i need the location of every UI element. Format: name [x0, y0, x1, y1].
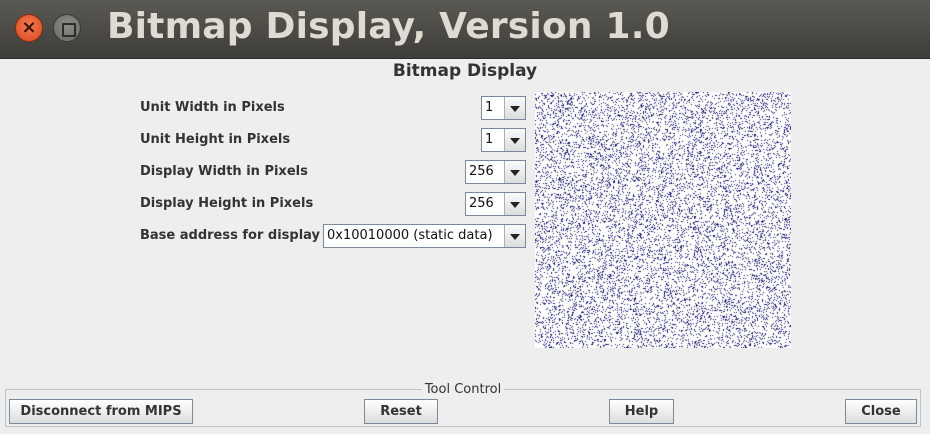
unit-height-label: Unit Height in Pixels	[140, 132, 291, 147]
chevron-down-icon[interactable]	[504, 225, 525, 247]
close-icon: ×	[21, 17, 37, 38]
display-height-select[interactable]: 256	[465, 192, 526, 216]
base-address-select[interactable]: 0x10010000 (static data)	[323, 224, 526, 248]
display-height-label: Display Height in Pixels	[140, 196, 314, 211]
chevron-down-icon[interactable]	[504, 193, 525, 215]
unit-width-value: 1	[485, 100, 494, 115]
bitmap-display-window: × Bitmap Display, Version 1.0 Bitmap Dis…	[0, 0, 930, 434]
unit-width-select[interactable]: 1	[481, 96, 526, 120]
unit-width-label: Unit Width in Pixels	[140, 100, 285, 115]
maximize-icon	[62, 23, 76, 37]
bitmap-canvas	[535, 92, 791, 348]
window-title: Bitmap Display, Version 1.0	[107, 6, 670, 47]
unit-height-value: 1	[485, 132, 494, 147]
unit-height-select[interactable]: 1	[481, 128, 526, 152]
display-width-value: 256	[469, 164, 494, 179]
disconnect-button[interactable]: Disconnect from MIPS	[9, 399, 193, 424]
chevron-down-icon[interactable]	[504, 129, 525, 151]
base-address-label: Base address for display	[140, 228, 321, 243]
chevron-down-icon[interactable]	[504, 161, 525, 183]
display-height-value: 256	[469, 196, 494, 211]
title-bar[interactable]: × Bitmap Display, Version 1.0	[0, 0, 930, 59]
base-address-value: 0x10010000 (static data)	[327, 228, 493, 243]
display-width-select[interactable]: 256	[465, 160, 526, 184]
window-close-button[interactable]: ×	[15, 14, 43, 42]
display-width-label: Display Width in Pixels	[140, 164, 308, 179]
close-button[interactable]: Close	[845, 399, 917, 424]
help-button[interactable]: Help	[609, 399, 674, 424]
window-maximize-button[interactable]	[53, 14, 81, 42]
panel-title: Bitmap Display	[392, 61, 538, 81]
reset-button[interactable]: Reset	[364, 399, 438, 424]
chevron-down-icon[interactable]	[504, 97, 525, 119]
tool-control-title: Tool Control	[0, 382, 926, 397]
